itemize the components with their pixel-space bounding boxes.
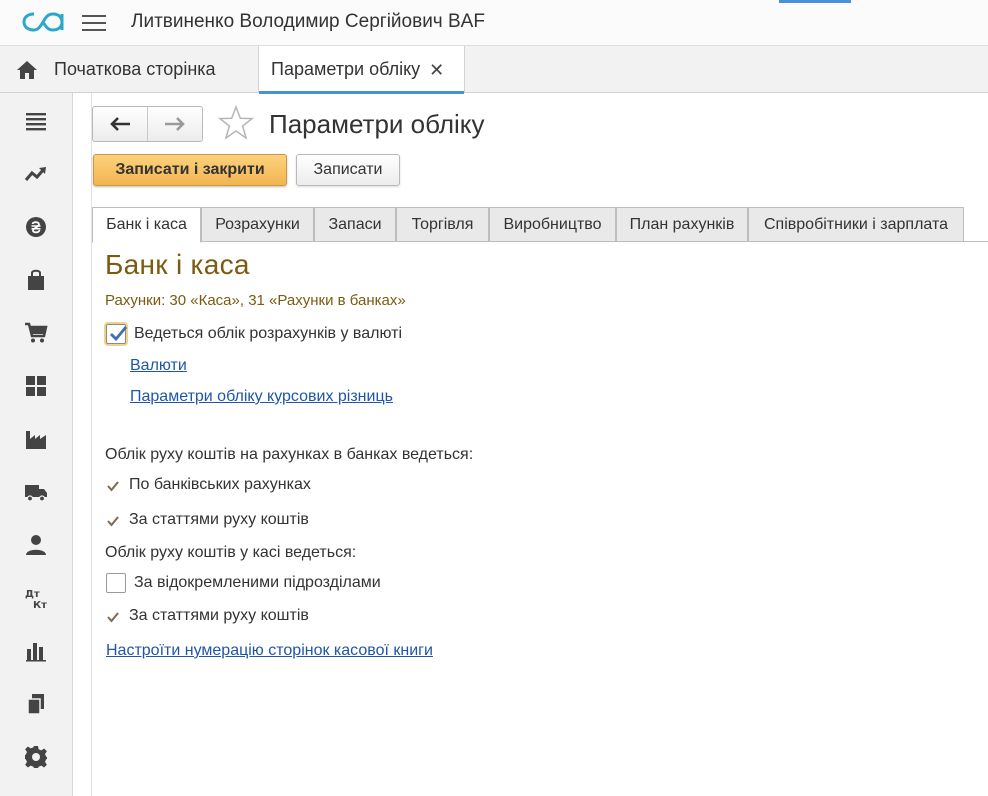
hamburger-icon[interactable]	[82, 12, 106, 34]
sidebar-item-hr-salary[interactable]	[22, 531, 50, 559]
checkmark-icon	[110, 326, 128, 342]
debit-credit-icon: Дт Кт	[25, 589, 47, 610]
list-icon	[26, 113, 46, 131]
home-icon	[17, 60, 37, 79]
tick-icon	[107, 481, 119, 492]
sections-sidebar: Дт Кт	[0, 93, 73, 796]
form-tabs: Банк і каса Розрахунки Запаси Торгівля В…	[92, 207, 988, 243]
app-title: Литвиненко Володимир Сергійович BAF	[131, 11, 485, 32]
trend-icon	[24, 167, 46, 181]
top-accent-line	[779, 0, 851, 3]
tab-inventory[interactable]: Запаси	[314, 207, 396, 242]
sidebar-item-sales-dashboard[interactable]	[22, 160, 50, 188]
tab-trade[interactable]: Торгівля	[396, 207, 489, 242]
bank-by-items-label: За статтями руху коштів	[129, 511, 309, 528]
tab-employees-salary[interactable]: Співробітники і зарплата	[748, 207, 964, 242]
back-button[interactable]	[93, 107, 147, 141]
accounts-note: Рахунки: 30 «Каса», 31 «Рахунки в банках…	[105, 292, 406, 309]
save-button[interactable]: Записати	[296, 154, 400, 186]
sidebar-item-fixed-assets[interactable]	[22, 478, 50, 506]
arrow-right-icon	[165, 117, 185, 131]
cash-by-divisions-checkbox[interactable]	[106, 573, 126, 593]
sidebar-item-sales[interactable]	[22, 319, 50, 347]
tab-accounting-parameters-label: Параметри обліку	[271, 59, 421, 79]
cash-group-title: Облік руху коштів у касі ведеться:	[105, 544, 357, 561]
tab-bank-cash[interactable]: Банк і каса	[92, 207, 201, 243]
top-bar: Литвиненко Володимир Сергійович BAF	[0, 0, 988, 46]
tab-home[interactable]: Початкова сторінка	[0, 46, 252, 93]
sidebar-item-reference-books[interactable]	[22, 690, 50, 718]
bar-chart-icon	[26, 643, 46, 662]
exchange-differences-link[interactable]: Параметри обліку курсових різниць	[130, 388, 393, 406]
factory-icon	[26, 431, 46, 449]
cash-by-items-label: За статтями руху коштів	[129, 607, 309, 624]
save-and-close-button[interactable]: Записати і закрити	[93, 154, 287, 186]
sidebar-item-administration[interactable]	[22, 743, 50, 771]
shopping-bag-icon	[28, 269, 44, 290]
boxes-icon	[26, 376, 46, 396]
tick-icon	[107, 516, 119, 527]
sidebar-item-bank-cash[interactable]	[22, 213, 50, 241]
tab-settlements[interactable]: Розрахунки	[201, 207, 314, 242]
sidebar-item-accounting[interactable]: Дт Кт	[22, 584, 50, 612]
currency-accounting-checkbox[interactable]	[106, 324, 128, 344]
cashbook-numbering-link[interactable]: Настроїти нумерацію сторінок касової кни…	[106, 642, 433, 660]
svg-text:Кт: Кт	[33, 600, 47, 610]
truck-icon	[25, 485, 47, 502]
bank-group-title: Облік руху коштів на рахунках в банках в…	[105, 446, 474, 463]
navigation-buttons	[92, 106, 203, 142]
tab-production[interactable]: Виробництво	[489, 207, 616, 242]
documents-icon	[27, 694, 44, 715]
sidebar-item-production[interactable]	[22, 425, 50, 453]
sidebar-item-main-menu[interactable]	[22, 107, 50, 135]
sidebar-item-purchases[interactable]	[22, 266, 50, 294]
svg-text:Дт: Дт	[25, 589, 40, 600]
hryvnia-coin-icon	[26, 217, 46, 237]
section-title: Банк і каса	[105, 249, 250, 280]
page-title: Параметри обліку	[269, 109, 485, 139]
gear-icon	[25, 746, 47, 768]
close-icon[interactable]: ✕	[429, 61, 444, 79]
tab-accounting-parameters[interactable]: Параметри обліку ✕	[258, 46, 465, 94]
baf-logo-icon[interactable]	[22, 10, 64, 34]
cash-by-divisions-label: За відокремленими підрозділами	[134, 574, 381, 591]
arrow-left-icon	[110, 117, 130, 131]
star-outline-icon[interactable]	[218, 105, 254, 141]
cart-icon	[25, 322, 48, 343]
currencies-link[interactable]: Валюти	[130, 357, 187, 375]
sidebar-item-reports[interactable]	[22, 637, 50, 665]
bank-by-accounts-label: По банківських рахунках	[129, 476, 311, 493]
forward-button[interactable]	[147, 107, 202, 141]
form-area: Параметри обліку Записати і закрити Запи…	[91, 93, 988, 796]
person-icon	[26, 535, 46, 555]
tick-icon	[107, 612, 119, 623]
sidebar-item-warehouse[interactable]	[22, 372, 50, 400]
tab-home-label: Початкова сторінка	[54, 59, 216, 79]
currency-accounting-label: Ведеться облік розрахунків у валюті	[134, 325, 402, 342]
open-windows-bar: Початкова сторінка Параметри обліку ✕	[0, 46, 988, 94]
tab-chart-of-accounts[interactable]: План рахунків	[616, 207, 748, 242]
